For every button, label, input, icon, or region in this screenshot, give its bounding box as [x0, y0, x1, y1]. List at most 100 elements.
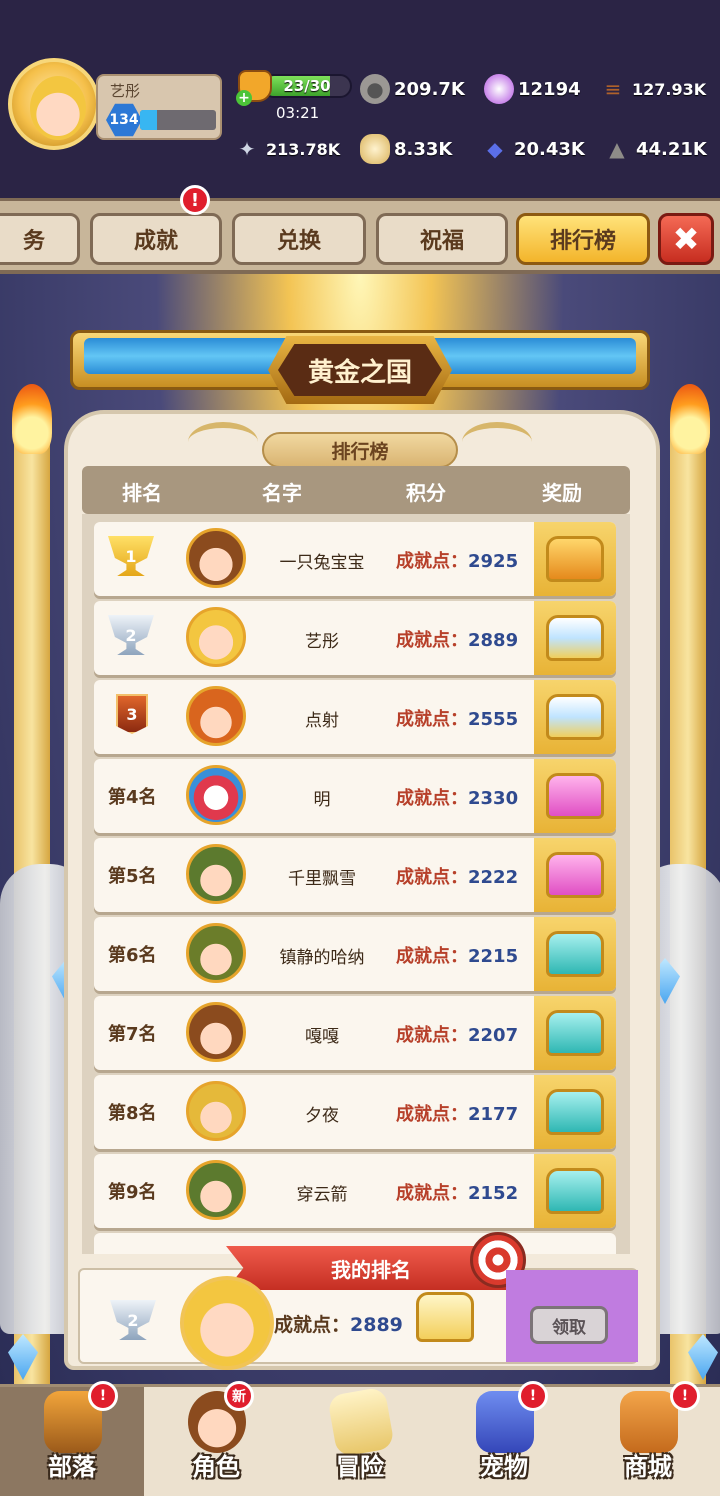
alert-badge: !	[670, 1381, 700, 1411]
score-label: 成就点：	[274, 1314, 351, 1336]
rank-label: 第5名	[108, 866, 157, 887]
table-row[interactable]: 第7名 嘎嘎 成就点：2207	[94, 996, 616, 1070]
nav-shop[interactable]: 商城 !	[576, 1381, 720, 1496]
reward-cell[interactable]	[534, 996, 616, 1070]
tab-bar: 务 成就 兑换 祝福 排行榜 ✖ !	[0, 185, 720, 274]
player-name: 穿云箭	[296, 1185, 348, 1205]
reward-cell[interactable]	[534, 759, 616, 833]
player-score: 成就点：2925	[396, 547, 518, 573]
avatar[interactable]	[186, 686, 246, 746]
add-energy-icon[interactable]: +	[236, 90, 252, 106]
table-row[interactable]: 3 点射 成就点：2555	[94, 680, 616, 754]
claim-button[interactable]: 领取	[530, 1306, 608, 1344]
diamond-chest-icon	[416, 1292, 474, 1342]
score-value: 2222	[468, 867, 519, 888]
player-name: 千里飘雪	[288, 869, 356, 889]
right-torch-icon	[670, 384, 710, 454]
ranking-list[interactable]: 1 一只兔宝宝 成就点：2925 2 艺彤 成就点：2889 3 点射 成就点：…	[82, 514, 630, 1254]
nav-label: 角色	[192, 1453, 240, 1481]
pearl-icon[interactable]	[484, 74, 514, 104]
player-score: 成就点：2330	[396, 784, 518, 810]
table-row[interactable]: 第6名 镇静的哈纳 成就点：2215	[94, 917, 616, 991]
tab-exchange[interactable]: 兑换	[232, 213, 366, 265]
reward-cell[interactable]	[534, 838, 616, 912]
alert-badge: !	[88, 1381, 118, 1411]
tab-blessing[interactable]: 祝福	[376, 213, 508, 265]
resource-rock: ▲ 44.21K	[602, 134, 707, 164]
reward-cell[interactable]	[534, 1075, 616, 1149]
nav-pets[interactable]: 宠物 !	[432, 1381, 576, 1496]
score-label: 成就点：	[396, 946, 468, 967]
bronze-medal-icon: 3	[116, 694, 148, 734]
table-row[interactable]: 第4名 明 成就点：2330	[94, 759, 616, 833]
player-name: 艺彤	[110, 82, 141, 100]
rank-number: 2	[125, 625, 137, 645]
avatar[interactable]	[186, 923, 246, 983]
resource-value: 12194	[518, 78, 581, 100]
resource-value: 44.21K	[636, 138, 707, 160]
table-row[interactable]: 第8名 夕夜 成就点：2177	[94, 1075, 616, 1149]
energy-timer: 03:21	[276, 104, 320, 122]
rock-icon: ▲	[609, 137, 625, 161]
shop-bag-icon	[620, 1391, 678, 1453]
my-avatar[interactable]	[180, 1276, 274, 1370]
player-score: 成就点：2177	[396, 1100, 518, 1126]
leaderboard-subtitle: 排行榜	[262, 432, 458, 468]
reward-cell[interactable]	[534, 1154, 616, 1228]
banner-title: 黄金之国	[278, 344, 442, 396]
score-label: 成就点：	[396, 709, 468, 730]
tab-task[interactable]: 务	[0, 213, 80, 265]
score-value: 2555	[468, 709, 519, 730]
player-score: 成就点：2207	[396, 1021, 518, 1047]
teal-chest-icon	[546, 931, 604, 977]
score-label: 成就点：	[396, 788, 468, 809]
silver-trophy-icon: 2	[110, 1300, 156, 1340]
column-reward: 奖励	[542, 481, 582, 505]
avatar[interactable]	[186, 765, 246, 825]
avatar[interactable]	[186, 844, 246, 904]
table-row[interactable]: 第9名 穿云箭 成就点：2152	[94, 1154, 616, 1228]
table-row[interactable]: 1 一只兔宝宝 成就点：2925	[94, 522, 616, 596]
top-status-bar: 艺彤 134 23/30 + 03:21 ● 209.7K 12194 ≡ 12…	[0, 0, 720, 198]
table-row[interactable]: 第5名 千里飘雪 成就点：2222	[94, 838, 616, 912]
rank-number: 3	[126, 704, 138, 724]
resource-value: 8.33K	[394, 138, 453, 160]
nav-tribe[interactable]: 部落 !	[0, 1381, 144, 1496]
resource-wood: ≡ 127.93K	[598, 74, 707, 104]
reward-cell[interactable]	[534, 680, 616, 754]
wood-logs-icon: ≡	[604, 77, 622, 101]
player-avatar[interactable]	[8, 58, 100, 150]
player-score: 成就点：2889	[396, 626, 518, 652]
nav-adventure[interactable]: 冒险	[288, 1386, 432, 1496]
player-name: 点射	[305, 711, 339, 731]
avatar[interactable]	[186, 607, 246, 667]
resource-blue-gem: ◆ 20.43K	[480, 134, 585, 164]
player-name: 夕夜	[305, 1106, 339, 1126]
reward-cell[interactable]	[534, 601, 616, 675]
resource-gold-stone: 8.33K	[360, 134, 452, 164]
table-header: 排名 名字 积分 奖励	[82, 466, 630, 514]
left-laurel-icon	[188, 422, 258, 462]
score-value: 2889	[350, 1314, 403, 1336]
score-value: 2215	[468, 946, 519, 967]
rank-label: 第6名	[108, 945, 157, 966]
tab-achievement[interactable]: 成就	[90, 213, 222, 265]
column-rank: 排名	[122, 481, 162, 505]
avatar[interactable]	[186, 1002, 246, 1062]
close-button[interactable]: ✖	[658, 213, 714, 265]
rank-number: 1	[125, 546, 137, 566]
score-value: 2925	[468, 551, 519, 572]
avatar[interactable]	[186, 528, 246, 588]
tab-leaderboard[interactable]: 排行榜	[516, 213, 650, 265]
reward-cell[interactable]	[534, 917, 616, 991]
score-value: 2330	[468, 788, 519, 809]
avatar[interactable]	[186, 1160, 246, 1220]
avatar[interactable]	[186, 1081, 246, 1141]
nav-character[interactable]: 角色 新	[144, 1381, 288, 1496]
reward-cell[interactable]	[534, 522, 616, 596]
table-row[interactable]: 2 艺彤 成就点：2889	[94, 601, 616, 675]
score-label: 成就点：	[396, 551, 468, 572]
player-name: 镇静的哈纳	[279, 948, 365, 968]
gold-stone-icon	[360, 134, 390, 164]
resource-value: 127.93K	[632, 79, 707, 99]
